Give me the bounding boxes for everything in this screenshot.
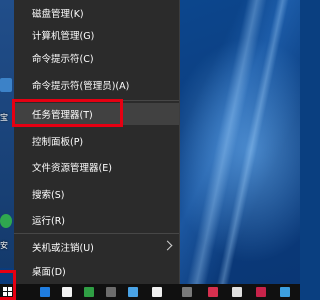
- menu-item-search[interactable]: 搜索(S): [14, 183, 179, 205]
- menu-item-label: 磁盘管理(K): [32, 9, 84, 20]
- menu-item-label: 运行(R): [32, 216, 66, 227]
- app-icon[interactable]: [182, 287, 192, 297]
- menu-item-control-panel[interactable]: 控制面板(P): [14, 130, 179, 152]
- menu-item-computer-management[interactable]: 计算机管理(G): [14, 24, 179, 46]
- menu-item-label: 计算机管理(G): [32, 31, 95, 42]
- app-icon[interactable]: [256, 287, 266, 297]
- app-icon[interactable]: [62, 287, 72, 297]
- app-icon[interactable]: [84, 287, 94, 297]
- menu-item-shutdown-signout[interactable]: 关机或注销(U): [14, 236, 179, 258]
- menu-separator: [14, 233, 179, 234]
- annotation-start-highlight: [0, 270, 16, 300]
- desktop-app-icon[interactable]: [0, 78, 12, 92]
- winx-context-menu: 磁盘管理(K) 计算机管理(G) 命令提示符(C) 命令提示符(管理员)(A) …: [14, 0, 180, 284]
- app-icon[interactable]: [280, 287, 290, 297]
- annotation-highlight-box: [12, 99, 123, 127]
- menu-item-label: 命令提示符(管理员)(A): [32, 81, 130, 92]
- app-icon[interactable]: [106, 287, 116, 297]
- desktop-icon-caption: 宝: [0, 113, 8, 122]
- desktop-icon-caption: 安: [0, 241, 8, 250]
- menu-item-command-prompt-admin[interactable]: 命令提示符(管理员)(A): [14, 74, 179, 96]
- menu-item-disk-management[interactable]: 磁盘管理(K): [14, 2, 179, 24]
- chevron-right-icon: [162, 240, 173, 251]
- menu-item-label: 搜索(S): [32, 190, 65, 201]
- menu-item-command-prompt[interactable]: 命令提示符(C): [14, 47, 179, 69]
- menu-item-label: 命令提示符(C): [32, 54, 94, 65]
- menu-item-label: 桌面(D): [32, 267, 66, 278]
- menu-item-label: 控制面板(P): [32, 137, 84, 148]
- app-icon[interactable]: [40, 287, 50, 297]
- menu-item-run[interactable]: 运行(R): [14, 209, 179, 231]
- menu-item-label: 关机或注销(U): [32, 243, 94, 254]
- menu-item-label: 文件资源管理器(E): [32, 163, 112, 174]
- app-icon[interactable]: [128, 287, 138, 297]
- taskbar: [0, 284, 300, 300]
- app-icon[interactable]: [152, 287, 162, 297]
- app-icon[interactable]: [232, 287, 242, 297]
- app-icon[interactable]: [208, 287, 218, 297]
- desktop-app-icon[interactable]: [0, 214, 12, 228]
- menu-item-file-explorer[interactable]: 文件资源管理器(E): [14, 156, 179, 178]
- menu-item-desktop[interactable]: 桌面(D): [14, 260, 179, 282]
